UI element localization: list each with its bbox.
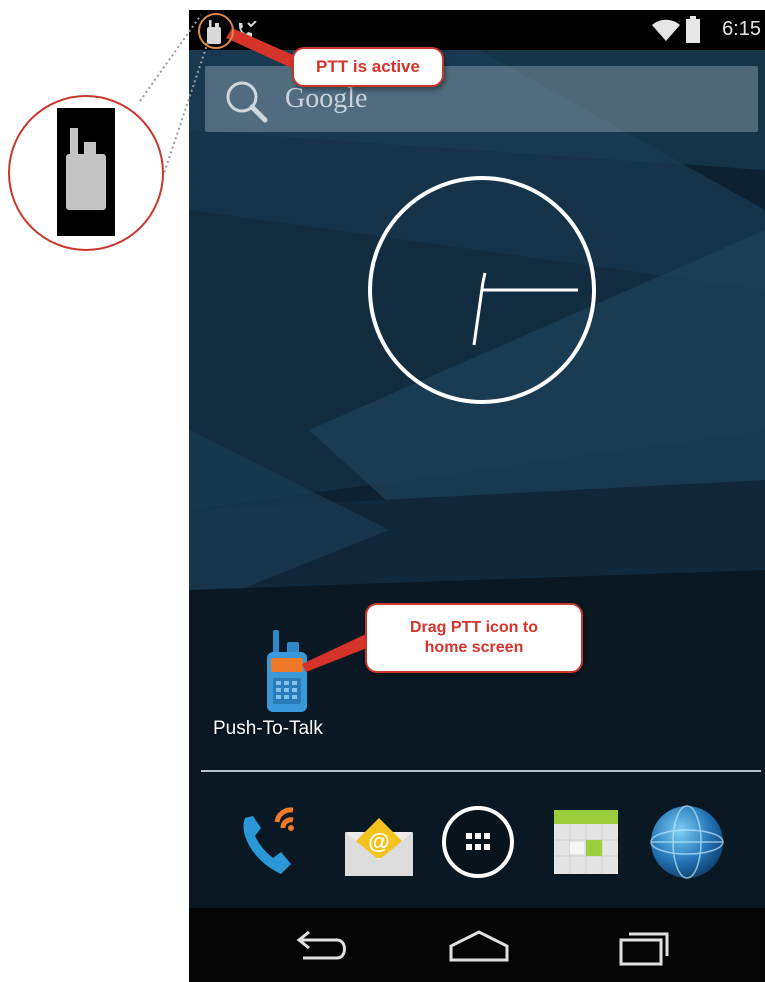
drag-hint-line2: home screen: [424, 639, 524, 656]
phone-icon: [243, 807, 294, 874]
status-bar: 6:15: [189, 10, 765, 50]
browser-globe-icon: [650, 805, 724, 879]
navigation-bar: [189, 908, 765, 982]
recent-apps-icon[interactable]: [609, 920, 689, 970]
dock-browser[interactable]: [647, 802, 727, 882]
dock-email[interactable]: @: [339, 802, 419, 882]
ptt-status-highlight: [198, 13, 234, 49]
zoomed-ptt-status-icon: [8, 95, 164, 251]
phone-screen: 6:15 Google Push-To-Talk @: [189, 10, 765, 982]
drag-hint-line1: Drag PTT icon to: [410, 619, 538, 636]
wifi-icon: [652, 19, 680, 41]
email-icon: @: [345, 818, 413, 876]
search-label: Google: [285, 83, 368, 114]
app-drawer-icon: [442, 806, 514, 878]
push-to-talk-label: Push-To-Talk: [213, 718, 323, 739]
home-icon[interactable]: [439, 920, 519, 970]
walkie-talkie-icon: [267, 630, 307, 712]
magnifier-icon: [226, 81, 268, 123]
battery-icon: [686, 16, 700, 43]
zoom-background: [57, 108, 115, 236]
dock-calendar[interactable]: [546, 802, 626, 882]
drag-hint-callout: Drag PTT icon to home screen: [365, 603, 583, 673]
status-time: 6:15: [722, 18, 761, 40]
google-search-bar[interactable]: Google: [205, 66, 758, 132]
clock-hour-hand: [472, 281, 485, 346]
push-to-talk-shortcut[interactable]: Push-To-Talk: [207, 630, 357, 742]
dock-divider: [201, 770, 761, 772]
svg-text:@: @: [368, 829, 389, 854]
dock-app-drawer[interactable]: [438, 802, 518, 882]
walkie-talkie-icon: [66, 128, 106, 210]
back-icon[interactable]: [281, 920, 361, 970]
calendar-icon: [554, 810, 618, 874]
missed-call-icon: [239, 21, 257, 37]
clock-hour-hand-tail: [481, 272, 487, 283]
dock-phone[interactable]: [231, 802, 311, 882]
analog-clock-widget[interactable]: [367, 175, 597, 405]
ptt-active-callout: PTT is active: [292, 47, 444, 87]
